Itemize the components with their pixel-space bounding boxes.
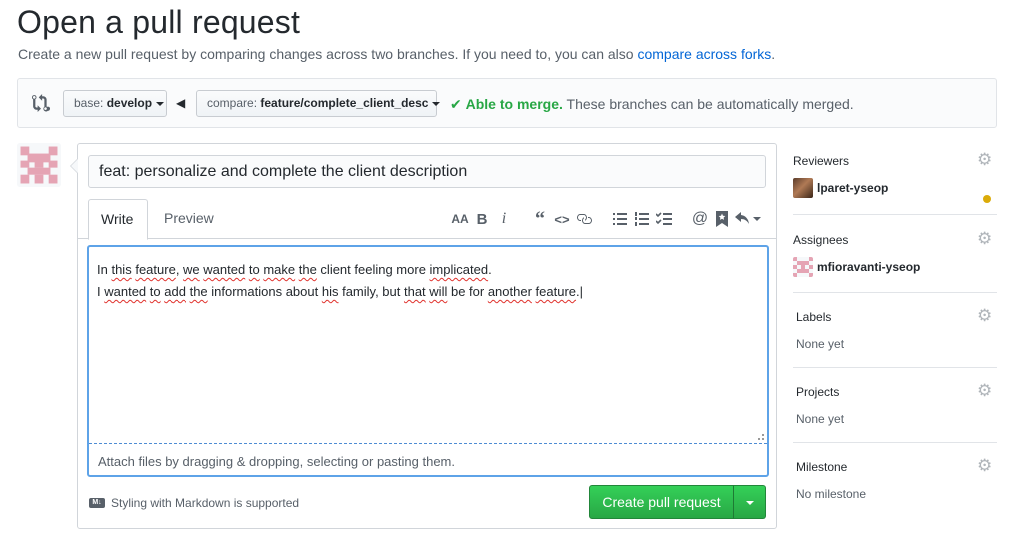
attach-files-text[interactable]: Attach files by dragging & dropping, sel… [98, 454, 455, 469]
text-size-icon[interactable]: AA [450, 208, 470, 230]
divider [793, 367, 997, 368]
reviewer-item[interactable]: lparet-yseop [793, 178, 888, 198]
identicon-icon [793, 257, 813, 277]
merge-status: ✔ Able to merge. These branches can be a… [450, 96, 854, 113]
unordered-list-icon[interactable] [610, 208, 630, 230]
milestone-heading[interactable]: Milestone [796, 460, 847, 474]
reviewers-heading[interactable]: Reviewers [793, 154, 849, 168]
compare-branch-select[interactable]: compare: feature/complete_client_desc [196, 90, 441, 117]
assignees-heading[interactable]: Assignees [793, 233, 848, 247]
subtitle-text: Create a new pull request by comparing c… [18, 46, 638, 62]
markdown-toolbar: AA B i “ <> @ [434, 207, 762, 231]
reply-icon[interactable] [734, 208, 762, 230]
create-pull-request-button[interactable]: Create pull request [589, 485, 734, 519]
assignee-name: mfioravanti-yseop [817, 260, 921, 274]
divider [793, 214, 997, 215]
divider [793, 292, 997, 293]
chevron-down-icon [156, 101, 165, 106]
subtitle-end: . [771, 46, 776, 62]
markdown-note-label: Styling with Markdown is supported [111, 496, 300, 510]
gear-icon[interactable]: ⚙ [977, 307, 993, 324]
base-branch-select[interactable]: base: develop [63, 90, 167, 117]
avatar [17, 143, 61, 187]
pr-body-textarea[interactable]: In this feature, we wanted to make the c… [87, 245, 769, 477]
avatar [793, 257, 813, 277]
chevron-down-icon [432, 101, 441, 106]
base-prefix: base: [74, 96, 104, 110]
merge-status-text: These branches can be automatically merg… [566, 96, 854, 112]
milestone-value: No milestone [796, 487, 867, 501]
markdown-note[interactable]: M↓ Styling with Markdown is supported [89, 496, 299, 510]
assignee-item[interactable]: mfioravanti-yseop [793, 257, 920, 277]
pr-body-line-2: I wanted to add the informations about h… [97, 284, 584, 299]
merge-ok-label: Able to merge. [465, 96, 563, 112]
reviewer-name: lparet-yseop [817, 181, 889, 195]
tab-write[interactable]: Write [88, 199, 148, 240]
code-icon[interactable]: <> [552, 208, 572, 230]
pull-request-form: feat: personalize and complete the clien… [70, 143, 777, 529]
identicon-icon [17, 143, 61, 187]
avatar [793, 178, 813, 198]
chevron-down-icon [753, 217, 761, 221]
check-icon: ✔ [450, 96, 462, 112]
attach-divider [89, 443, 767, 444]
mention-icon[interactable]: @ [690, 208, 710, 230]
gear-icon[interactable]: ⚙ [977, 382, 993, 399]
quote-icon[interactable]: “ [530, 208, 550, 230]
editor-tab-bar: Write Preview AA B i “ <> @ [78, 199, 776, 240]
tab-preview[interactable]: Preview [152, 199, 226, 240]
italic-icon[interactable]: i [494, 208, 514, 230]
task-list-icon[interactable] [654, 208, 674, 230]
branch-range-bar: base: develop ◀ compare: feature/complet… [17, 78, 997, 128]
pr-body-line-1: In this feature, we wanted to make the c… [97, 262, 492, 277]
git-compare-icon [32, 94, 50, 112]
compare-across-forks-link[interactable]: compare across forks [637, 46, 771, 62]
pending-review-dot [983, 195, 991, 203]
arrow-left-icon: ◀ [176, 96, 186, 110]
compare-prefix: compare: [207, 96, 258, 110]
page-subtitle: Create a new pull request by comparing c… [18, 46, 775, 62]
ordered-list-icon[interactable] [632, 208, 652, 230]
gear-icon[interactable]: ⚙ [977, 230, 993, 247]
projects-value: None yet [796, 412, 845, 426]
create-options-dropdown[interactable] [733, 485, 766, 519]
bold-icon[interactable]: B [472, 208, 492, 230]
base-branch-value: develop [106, 96, 153, 110]
page-title: Open a pull request [17, 4, 301, 40]
pr-title-input[interactable]: feat: personalize and complete the clien… [88, 155, 766, 188]
link-icon[interactable] [574, 208, 594, 230]
divider [793, 442, 997, 443]
labels-heading[interactable]: Labels [796, 310, 831, 324]
resize-handle-icon[interactable] [758, 434, 764, 440]
bookmark-icon[interactable] [712, 208, 732, 230]
gear-icon[interactable]: ⚙ [977, 151, 993, 168]
markdown-icon: M↓ [89, 498, 105, 508]
projects-heading[interactable]: Projects [796, 385, 839, 399]
gear-icon[interactable]: ⚙ [977, 457, 993, 474]
labels-value: None yet [796, 337, 845, 351]
pr-body-text: In this feature, we wanted to make the c… [97, 259, 583, 303]
compare-branch-value: feature/complete_client_desc [260, 96, 429, 110]
